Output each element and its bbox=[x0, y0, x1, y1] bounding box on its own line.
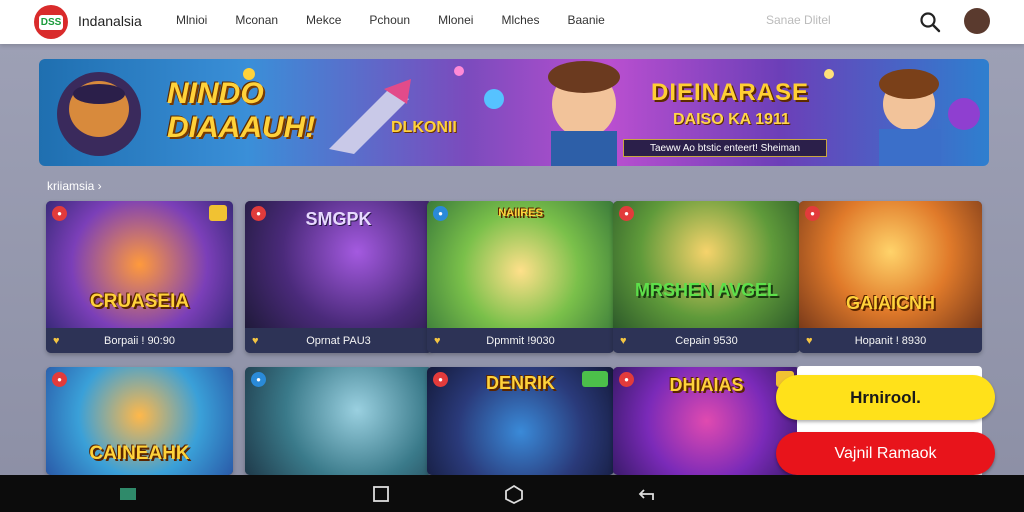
card-artwork: ● DENRIK bbox=[427, 367, 614, 475]
card-artwork: ● DHIAIAS bbox=[613, 367, 800, 475]
card-artwork: ● CAINEAHK bbox=[46, 367, 233, 475]
game-card[interactable]: ● GAIAICNH ♥ Hopanit ! 8930 bbox=[799, 201, 982, 353]
avatar-icon[interactable] bbox=[964, 8, 990, 34]
recent-apps-icon[interactable] bbox=[118, 484, 138, 504]
system-nav-bar bbox=[0, 475, 1024, 512]
banner-right-title: DIEINARASE bbox=[651, 79, 810, 106]
game-card[interactable]: ● CRUASEIA ♥ Borpaii ! 90:90 bbox=[46, 201, 233, 353]
home-icon[interactable] bbox=[504, 484, 524, 504]
bonus-badge-icon bbox=[209, 205, 227, 221]
card-artwork: ● GAIAICNH bbox=[799, 201, 982, 328]
nav-item-1[interactable]: Mlnioi bbox=[176, 13, 207, 27]
brand-name[interactable]: Indanalsia bbox=[78, 13, 142, 29]
hot-badge-icon: ● bbox=[619, 206, 634, 221]
card-footer: ♥ Dpmmit !9030 bbox=[427, 328, 614, 353]
card-footer: ♥ Oprnat PAU3 bbox=[245, 328, 432, 353]
promo-banner[interactable]: NINDO DIAAAUH! DLKONII DIEINARASE DAISO … bbox=[39, 59, 989, 166]
favorite-icon[interactable]: ♥ bbox=[806, 335, 813, 347]
game-card[interactable]: ● SMGPK ♥ Oprnat PAU3 bbox=[245, 201, 432, 353]
card-title: NAIIRES bbox=[498, 207, 543, 219]
brand-logo[interactable]: DSS bbox=[34, 5, 68, 39]
nav-item-7[interactable]: Baanie bbox=[567, 13, 604, 27]
card-title: DHIAIAS bbox=[669, 375, 744, 395]
card-title: DENRIK bbox=[485, 373, 555, 393]
card-title: SMGPK bbox=[305, 209, 372, 229]
banner-mid-text: DLKONII bbox=[391, 119, 457, 136]
secondary-action-button[interactable]: Vajnil Ramaok bbox=[776, 432, 995, 475]
card-artwork: ● MRSHEN AVGEL bbox=[613, 201, 800, 328]
game-card[interactable]: ● bbox=[245, 367, 432, 475]
favorite-icon[interactable]: ♥ bbox=[53, 335, 60, 347]
hot-badge-icon: ● bbox=[52, 206, 67, 221]
top-bar: DSS Indanalsia Mlnioi Mconan Mekce Pchou… bbox=[0, 0, 1024, 44]
main-nav: Mlnioi Mconan Mekce Pchoun Mlonei Mlches… bbox=[176, 13, 633, 27]
nav-item-4[interactable]: Pchoun bbox=[369, 13, 410, 27]
card-footer-label: Borpaii ! 90:90 bbox=[104, 334, 175, 347]
card-title: CRUASEIA bbox=[89, 291, 190, 312]
logo-mark: DSS bbox=[39, 14, 63, 30]
game-card[interactable]: ● DENRIK bbox=[427, 367, 614, 475]
banner-title: NINDO DIAAAUH! bbox=[167, 77, 316, 144]
card-title: MRSHEN AVGEL bbox=[634, 280, 778, 300]
game-card[interactable]: ● NAIIRES ♥ Dpmmit !9030 bbox=[427, 201, 614, 353]
nav-item-6[interactable]: Mlches bbox=[501, 13, 539, 27]
back-icon[interactable] bbox=[638, 484, 658, 504]
info-badge-icon: ● bbox=[251, 372, 266, 387]
card-artwork: ● SMGPK bbox=[245, 201, 432, 328]
hot-badge-icon: ● bbox=[52, 372, 67, 387]
primary-action-button[interactable]: Hrnirool. bbox=[776, 375, 995, 420]
card-footer: ♥ Borpaii ! 90:90 bbox=[46, 328, 233, 353]
favorite-icon[interactable]: ♥ bbox=[252, 335, 259, 347]
hot-badge-icon: ● bbox=[805, 206, 820, 221]
card-footer-label: Oprnat PAU3 bbox=[306, 334, 371, 347]
favorite-icon[interactable]: ♥ bbox=[434, 335, 441, 347]
card-footer: ♥ Cepain 9530 bbox=[613, 328, 800, 353]
card-artwork: ● bbox=[245, 367, 432, 475]
card-footer: ♥ Hopanit ! 8930 bbox=[799, 328, 982, 353]
main-content: NINDO DIAAAUH! DLKONII DIEINARASE DAISO … bbox=[0, 44, 1024, 475]
card-title: CAINEAHK bbox=[89, 443, 190, 464]
card-title: GAIAICNH bbox=[846, 293, 935, 313]
banner-strip: Taeww Ao btstic enteert! Sheiman bbox=[623, 139, 827, 157]
search-icon[interactable] bbox=[918, 10, 942, 34]
game-card[interactable]: ● MRSHEN AVGEL ♥ Cepain 9530 bbox=[613, 201, 800, 353]
card-artwork: ● CRUASEIA bbox=[46, 201, 233, 328]
card-footer-label: Dpmmit !9030 bbox=[486, 334, 555, 347]
nav-item-2[interactable]: Mconan bbox=[235, 13, 278, 27]
overview-icon[interactable] bbox=[371, 484, 391, 504]
nav-item-3[interactable]: Mekce bbox=[306, 13, 341, 27]
section-label[interactable]: kriiamsia › bbox=[47, 179, 102, 193]
favorite-icon[interactable]: ♥ bbox=[620, 335, 627, 347]
card-footer-label: Hopanit ! 8930 bbox=[854, 334, 927, 347]
card-artwork: ● NAIIRES bbox=[427, 201, 614, 328]
banner-subtitle: DAISO KA 1911 bbox=[673, 111, 790, 128]
search-input[interactable]: Sanae Dlitel bbox=[766, 13, 831, 27]
game-card[interactable]: ● CAINEAHK bbox=[46, 367, 233, 475]
card-footer-label: Cepain 9530 bbox=[675, 334, 738, 347]
game-card[interactable]: ● DHIAIAS bbox=[613, 367, 800, 475]
nav-item-5[interactable]: Mlonei bbox=[438, 13, 473, 27]
